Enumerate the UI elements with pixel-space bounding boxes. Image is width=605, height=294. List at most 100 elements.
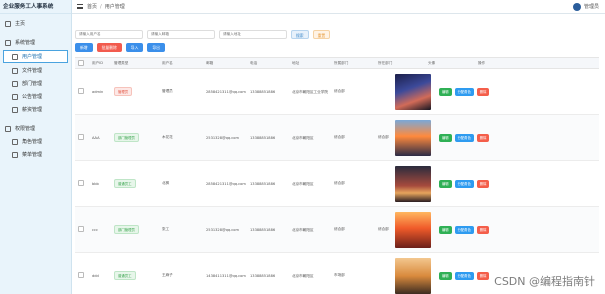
sidebar-item-permissions[interactable]: 权限管理: [0, 122, 71, 135]
avatar-image: [395, 119, 431, 156]
row-checkbox-cell[interactable]: [75, 134, 89, 141]
add-button[interactable]: 新增: [75, 43, 93, 52]
avatar-cell: [395, 73, 435, 110]
assign-role-button[interactable]: 分配角色: [454, 133, 474, 142]
edit-button[interactable]: 编辑: [439, 133, 452, 142]
home-icon: [5, 20, 11, 27]
sidebar-item-menus[interactable]: 菜单管理: [0, 148, 71, 161]
header-checkbox-cell[interactable]: [75, 59, 89, 67]
sidebar-item-home[interactable]: 主页: [0, 17, 71, 30]
row-checkbox-cell[interactable]: [75, 180, 89, 187]
edit-button[interactable]: 编辑: [439, 225, 452, 234]
name-cell: 木花花: [162, 135, 173, 139]
assign-role-button[interactable]: 分配角色: [454, 87, 474, 96]
phone-cell: 13388851886: [250, 227, 276, 232]
email-search-input[interactable]: [147, 29, 215, 39]
watermark: CSDN @编程指南针: [494, 275, 595, 288]
phone-cell: 13388851886: [250, 273, 276, 278]
user-name[interactable]: 管理员: [584, 3, 599, 10]
reset-button[interactable]: 重置: [312, 29, 331, 39]
header-cell: 邮箱: [206, 60, 214, 65]
hamburger-icon[interactable]: [77, 4, 83, 9]
address-cell: 北京市朝阳区工业学院: [292, 89, 328, 94]
phone-cell: 13388851886: [250, 135, 276, 140]
table-row: admin 管理员 管理员 2858421311@qq.com 13388851…: [75, 69, 599, 115]
sidebar-item-salary[interactable]: 薪资管理: [0, 103, 71, 116]
main-content: 搜索 重置 新增 批量删除 导入 导出 用户ID 管理类型 用户名 邮箱 电话 …: [75, 16, 599, 294]
row-checkbox[interactable]: [78, 226, 84, 232]
batch-delete-button[interactable]: 批量删除: [96, 43, 122, 52]
delete-button[interactable]: 删除: [476, 225, 490, 234]
action-bar: 新增 批量删除 导入 导出: [75, 43, 599, 52]
salary-icon: [12, 106, 18, 113]
assign-role-button[interactable]: 分配角色: [454, 179, 474, 188]
search-button[interactable]: 搜索: [291, 29, 309, 39]
row-checkbox-cell[interactable]: [75, 272, 89, 279]
actions-cell: 编辑 分配角色 删除: [435, 179, 525, 188]
email-cell: 2531328@qq.com: [206, 227, 239, 232]
file-icon: [12, 67, 18, 74]
table-row: ccc 部门管理员 张工 2531328@qq.com 13388851886 …: [75, 207, 599, 253]
role-badge: 部门管理员: [114, 133, 139, 142]
sidebar-item-label: 角色管理: [22, 139, 43, 145]
address-cell: 北京市朝阳区: [292, 135, 314, 140]
delete-button[interactable]: 删除: [476, 271, 490, 280]
header-cell: 电话: [250, 60, 258, 65]
delete-button[interactable]: 删除: [476, 87, 490, 96]
row-checkbox[interactable]: [78, 88, 84, 94]
lock-icon: [5, 125, 11, 132]
sidebar-item-notices[interactable]: 公告管理: [0, 90, 71, 103]
delete-button[interactable]: 删除: [476, 179, 490, 188]
address-cell: 北京市朝阳区: [292, 273, 314, 278]
avatar[interactable]: [572, 2, 581, 11]
username-search-input[interactable]: [75, 29, 143, 39]
select-all-checkbox[interactable]: [78, 59, 84, 66]
role-cell: 部门管理员: [111, 225, 159, 234]
avatar-image: [395, 257, 431, 294]
row-checkbox-cell[interactable]: [75, 88, 89, 95]
department-cell: 市场部: [334, 273, 345, 277]
user-id-cell: ddd: [92, 273, 99, 278]
assign-role-button[interactable]: 分配角色: [454, 271, 474, 280]
row-checkbox[interactable]: [78, 134, 84, 140]
export-button[interactable]: 导出: [147, 43, 165, 52]
sidebar-item-system[interactable]: 系统管理: [0, 36, 71, 49]
email-cell: 2858421311@qq.com: [206, 89, 246, 94]
user-menu[interactable]: 管理员: [572, 2, 605, 11]
avatar-cell: [395, 119, 435, 156]
header-cell: 地址: [292, 60, 300, 65]
row-checkbox[interactable]: [78, 180, 84, 186]
sidebar-item-files[interactable]: 文件管理: [0, 64, 71, 77]
sidebar-nav: 主页 系统管理 用户管理 文件管理 部门管理 公告管理 薪资管理 权限管理 角色…: [0, 14, 71, 161]
address-cell: 北京市朝阳区: [292, 181, 314, 186]
breadcrumb-home[interactable]: 首页: [87, 3, 97, 10]
table-header: 用户ID 管理类型 用户名 邮箱 电话 地址 所属部门 所在部门 头像 操作: [75, 58, 599, 69]
user-id-cell: admin: [92, 89, 104, 94]
role-badge: 普通员工: [114, 179, 136, 188]
breadcrumb-current: 用户管理: [104, 4, 125, 10]
import-button[interactable]: 导入: [125, 43, 144, 52]
role-cell: 普通员工: [111, 179, 159, 188]
role-cell: 管理员: [111, 87, 159, 96]
edit-button[interactable]: 编辑: [439, 179, 452, 188]
edit-button[interactable]: 编辑: [439, 87, 452, 96]
sidebar: 企业服务工人事系统 主页 系统管理 用户管理 文件管理 部门管理 公告管理 薪资…: [0, 0, 72, 294]
assign-role-button[interactable]: 分配角色: [454, 225, 474, 234]
row-checkbox-cell[interactable]: [75, 226, 89, 233]
row-checkbox[interactable]: [78, 272, 84, 278]
sidebar-item-departments[interactable]: 部门管理: [0, 77, 71, 90]
sidebar-item-users[interactable]: 用户管理: [3, 50, 68, 63]
department-cell: 综合部: [334, 181, 345, 185]
avatar-cell: [395, 211, 435, 248]
delete-button[interactable]: 删除: [476, 133, 490, 142]
avatar-cell: [395, 165, 435, 202]
edit-button[interactable]: 编辑: [439, 271, 452, 280]
topbar: 首页 / 用户管理 管理员: [72, 0, 605, 14]
table-row: AAA 部门管理员 木花花 2531328@qq.com 13388851886…: [75, 115, 599, 161]
sidebar-item-label: 公告管理: [22, 94, 43, 100]
sidebar-item-roles[interactable]: 角色管理: [0, 135, 71, 148]
name-cell: 管理员: [162, 89, 173, 93]
email-cell: 2531328@qq.com: [206, 135, 239, 140]
user-id-cell: ccc: [92, 227, 98, 232]
address-search-input[interactable]: [219, 29, 287, 39]
